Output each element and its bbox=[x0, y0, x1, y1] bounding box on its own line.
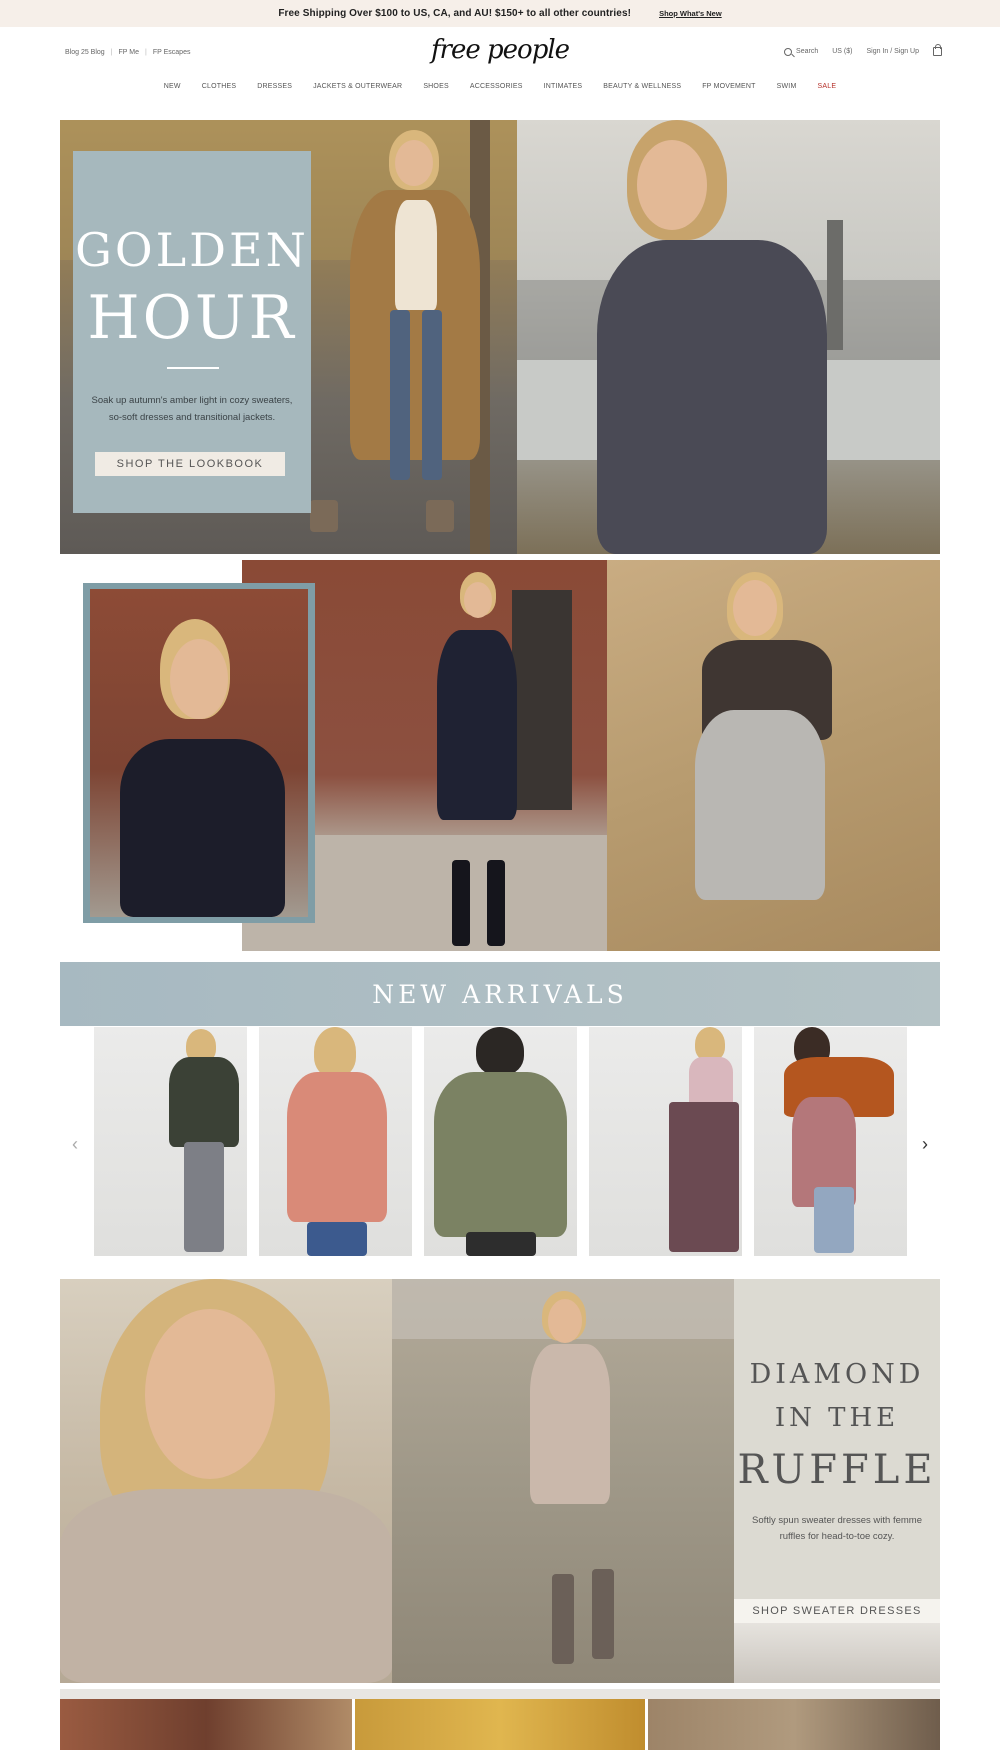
shopping-bag-icon[interactable] bbox=[933, 44, 942, 56]
search-button[interactable]: Search bbox=[784, 47, 819, 56]
model-hair bbox=[695, 1027, 725, 1061]
model-boot bbox=[452, 860, 470, 946]
product-card[interactable] bbox=[94, 1027, 247, 1256]
model-dress bbox=[530, 1344, 610, 1504]
model-top bbox=[689, 1057, 733, 1107]
main-nav: NEW CLOTHES DRESSES JACKETS & OUTERWEAR … bbox=[0, 83, 1000, 90]
doorway bbox=[512, 590, 572, 810]
site-header: Blog 25 Blog | FP Me | FP Escapes free p… bbox=[0, 27, 1000, 107]
model-jacket bbox=[169, 1057, 239, 1147]
section-divider bbox=[60, 1689, 940, 1699]
model-face bbox=[170, 639, 228, 719]
model-sweater bbox=[60, 1489, 392, 1683]
search-icon bbox=[784, 47, 793, 56]
model-face bbox=[464, 582, 492, 618]
new-arrivals-banner[interactable]: NEW ARRIVALS bbox=[60, 962, 940, 1026]
photo-sweater-dress[interactable] bbox=[392, 1279, 734, 1683]
model-face bbox=[395, 140, 433, 186]
title-divider bbox=[167, 367, 219, 369]
portrait-photo bbox=[90, 589, 308, 917]
site-logo[interactable]: free people bbox=[430, 35, 570, 69]
golden-hour-card: GOLDEN HOUR Soak up autumn's amber light… bbox=[73, 151, 311, 513]
model-jeans bbox=[814, 1187, 854, 1253]
diamond-title-line3: RUFFLE bbox=[737, 1447, 937, 1493]
model-flares bbox=[669, 1102, 739, 1252]
utility-right: Search US ($) Sign In / Sign Up bbox=[784, 44, 942, 56]
shop-sweater-dresses-button[interactable]: SHOP SWEATER DRESSES bbox=[734, 1599, 940, 1623]
photo-tile[interactable] bbox=[60, 1699, 352, 1750]
product-card[interactable] bbox=[754, 1027, 907, 1256]
nav-item-shoes[interactable]: SHOES bbox=[423, 83, 449, 90]
photo-tile[interactable] bbox=[648, 1699, 940, 1750]
sign-in-link[interactable]: Sign In / Sign Up bbox=[866, 48, 919, 55]
photo-grey-sweater[interactable] bbox=[607, 560, 940, 951]
model-boot bbox=[310, 500, 338, 532]
nav-item-fp-movement[interactable]: FP MOVEMENT bbox=[702, 83, 755, 90]
nav-item-dresses[interactable]: DRESSES bbox=[257, 83, 292, 90]
promo-message: Free Shipping Over $100 to US, CA, and A… bbox=[278, 8, 632, 19]
nav-item-clothes[interactable]: CLOTHES bbox=[202, 83, 236, 90]
search-label: Search bbox=[796, 48, 819, 55]
product-card[interactable] bbox=[589, 1027, 742, 1256]
model-face bbox=[637, 140, 707, 230]
model-jeans bbox=[184, 1142, 224, 1252]
chevron-left-icon[interactable]: ‹ bbox=[68, 1133, 82, 1155]
model-hair bbox=[314, 1027, 356, 1077]
nav-item-jackets[interactable]: JACKETS & OUTERWEAR bbox=[313, 83, 402, 90]
model-sweater bbox=[695, 710, 825, 900]
fp-escapes-link[interactable]: FP Escapes bbox=[153, 49, 191, 56]
hero-photo-ruffle-sweater[interactable] bbox=[517, 120, 940, 554]
card-photo-strip bbox=[734, 1623, 940, 1683]
nav-item-new[interactable]: NEW bbox=[164, 83, 181, 90]
photo-ruffle-sweater-closeup[interactable] bbox=[60, 1279, 392, 1683]
promo-bar: Free Shipping Over $100 to US, CA, and A… bbox=[0, 0, 1000, 27]
skyline-tower bbox=[827, 220, 843, 350]
golden-hour-title-line1: GOLDEN bbox=[75, 223, 309, 277]
model-pants bbox=[466, 1232, 536, 1256]
model-leg bbox=[390, 310, 410, 480]
divider: | bbox=[110, 49, 113, 56]
nav-item-sale[interactable]: SALE bbox=[817, 83, 836, 90]
nav-item-accessories[interactable]: ACCESSORIES bbox=[470, 83, 523, 90]
model-face bbox=[548, 1299, 582, 1343]
model-boot bbox=[592, 1569, 614, 1659]
utility-links: Blog 25 Blog | FP Me | FP Escapes bbox=[65, 49, 190, 56]
nav-item-intimates[interactable]: INTIMATES bbox=[544, 83, 583, 90]
model-boot bbox=[426, 500, 454, 532]
model-sweater bbox=[395, 200, 437, 310]
model-boot bbox=[552, 1574, 574, 1664]
model-face bbox=[145, 1309, 275, 1479]
model-sweater bbox=[597, 240, 827, 554]
nav-item-beauty[interactable]: BEAUTY & WELLNESS bbox=[603, 83, 681, 90]
model-top bbox=[287, 1072, 387, 1222]
model-sweater bbox=[120, 739, 285, 917]
diamond-title-line1: DIAMOND bbox=[749, 1359, 925, 1390]
diamond-ruffle-card: DIAMOND IN THE RUFFLE Softly spun sweate… bbox=[734, 1279, 940, 1683]
product-card[interactable] bbox=[424, 1027, 577, 1256]
divider: | bbox=[145, 49, 147, 56]
golden-hour-description: Soak up autumn's amber light in cozy swe… bbox=[91, 395, 293, 423]
shop-whats-new-link[interactable]: Shop What's New bbox=[659, 9, 722, 18]
diamond-description: Softly spun sweater dresses with femme r… bbox=[751, 1515, 922, 1542]
fp-me-link[interactable]: FP Me bbox=[119, 49, 140, 56]
shop-lookbook-button[interactable]: SHOP THE LOOKBOOK bbox=[95, 452, 285, 476]
model-jeans bbox=[307, 1222, 367, 1256]
model-dress bbox=[437, 630, 517, 820]
photo-framed-portrait[interactable] bbox=[83, 583, 315, 923]
blog-link[interactable]: Blog 25 Blog bbox=[65, 49, 105, 56]
chevron-right-icon[interactable]: › bbox=[918, 1133, 932, 1155]
diamond-title-line2: IN THE bbox=[774, 1403, 900, 1433]
model-hat bbox=[476, 1027, 524, 1075]
model-boot bbox=[487, 860, 505, 946]
model-leg bbox=[422, 310, 442, 480]
currency-selector[interactable]: US ($) bbox=[832, 48, 852, 55]
photo-tile[interactable] bbox=[355, 1699, 645, 1750]
model-top bbox=[434, 1072, 567, 1237]
product-card[interactable] bbox=[259, 1027, 412, 1256]
nav-item-swim[interactable]: SWIM bbox=[777, 83, 797, 90]
model-face bbox=[733, 580, 777, 636]
golden-hour-title-line2: HOUR bbox=[87, 283, 297, 353]
new-arrivals-title: NEW ARRIVALS bbox=[372, 979, 628, 1009]
